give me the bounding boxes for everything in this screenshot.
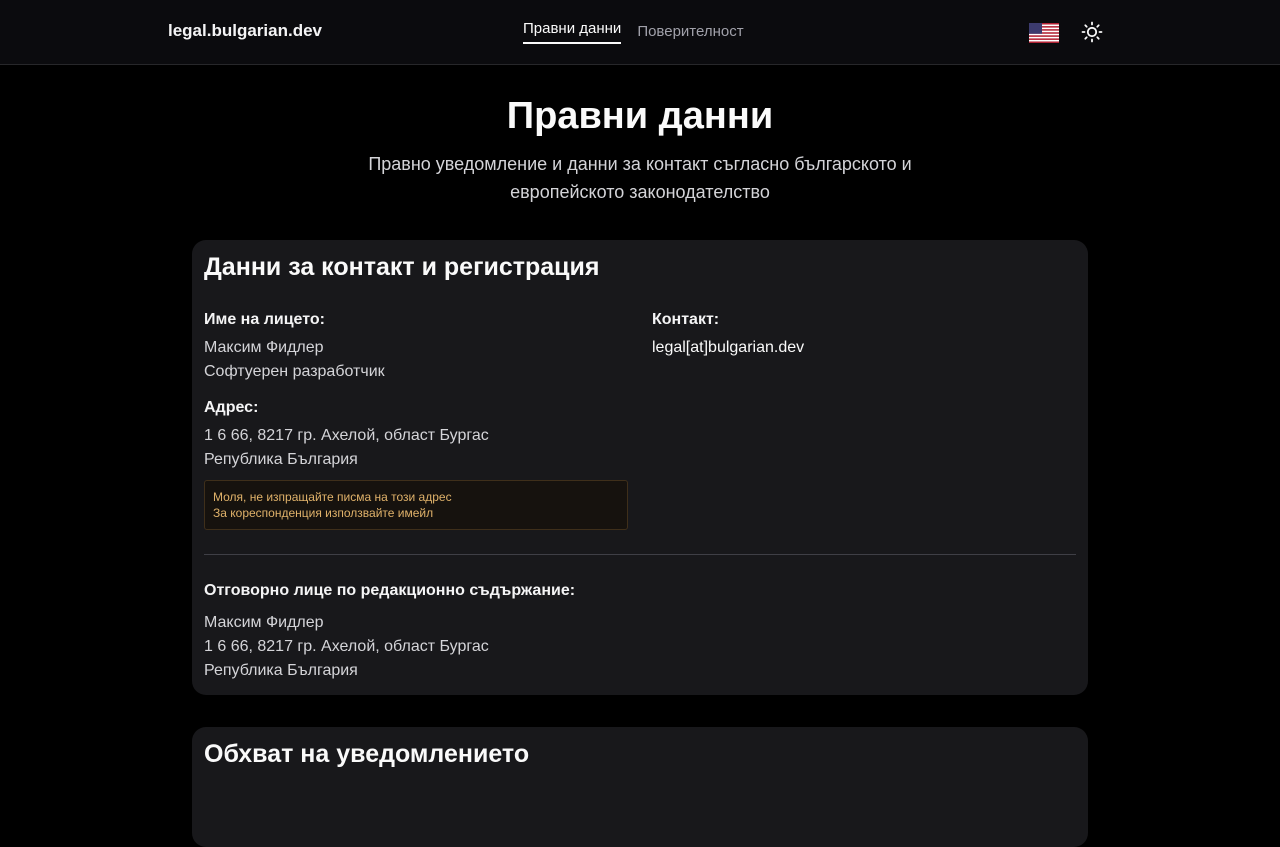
editorial-address-line-2: Република България <box>204 662 358 679</box>
contact-label: Контакт: <box>652 311 720 328</box>
site-logo-link[interactable]: legal.bulgarian.dev <box>168 21 322 41</box>
notice-line-1: Моля, не изпращайте писма на този адрес <box>213 490 452 504</box>
page-title: Правни данни <box>506 95 774 137</box>
address-line-2: Република България <box>204 451 358 468</box>
top-navigation-bar: legal.bulgarian.dev Правни данни Поверит… <box>0 0 1280 65</box>
nav-link-privacy[interactable]: Поверителност <box>637 0 743 44</box>
section-divider <box>204 554 1076 555</box>
card-title: Обхват на уведомлението <box>204 740 530 768</box>
editorial-name: Максим Фидлер <box>204 614 324 631</box>
contact-registration-card: Данни за контакт и регистрация Име на ли… <box>192 240 1088 695</box>
contact-email[interactable]: legal[at]bulgarian.dev <box>652 336 804 360</box>
notice-scope-card: Обхват на уведомлението <box>192 727 1088 847</box>
address-line-1: 1 6 66, 8217 гр. Ахелой, област Бургас <box>204 427 489 444</box>
page-hero: Правни данни Правно уведомление и данни … <box>0 92 1280 206</box>
address-label: Адрес: <box>204 399 259 416</box>
page-subtitle: Правно уведомление и данни за контакт съ… <box>368 154 912 202</box>
person-name: Максим Фидлер <box>204 339 324 356</box>
person-name-label: Име на лицето: <box>204 311 325 328</box>
editorial-address-line-1: 1 6 66, 8217 гр. Ахелой, област Бургас <box>204 638 489 655</box>
us-flag-icon[interactable] <box>1029 23 1059 43</box>
sun-icon[interactable] <box>1080 20 1104 44</box>
mail-notice-box: Моля, не изпращайте писма на този адрес … <box>204 480 628 530</box>
main-nav: Правни данни Поверителност <box>523 0 744 64</box>
editorial-responsible-label: Отговорно лице по редакционно съдържание… <box>204 582 576 599</box>
card-title: Данни за контакт и регистрация <box>204 253 600 281</box>
person-role: Софтуерен разработчик <box>204 363 385 380</box>
notice-line-2: За кореспонденция използвайте имейл <box>213 506 434 520</box>
nav-link-legal-data[interactable]: Правни данни <box>523 0 622 44</box>
